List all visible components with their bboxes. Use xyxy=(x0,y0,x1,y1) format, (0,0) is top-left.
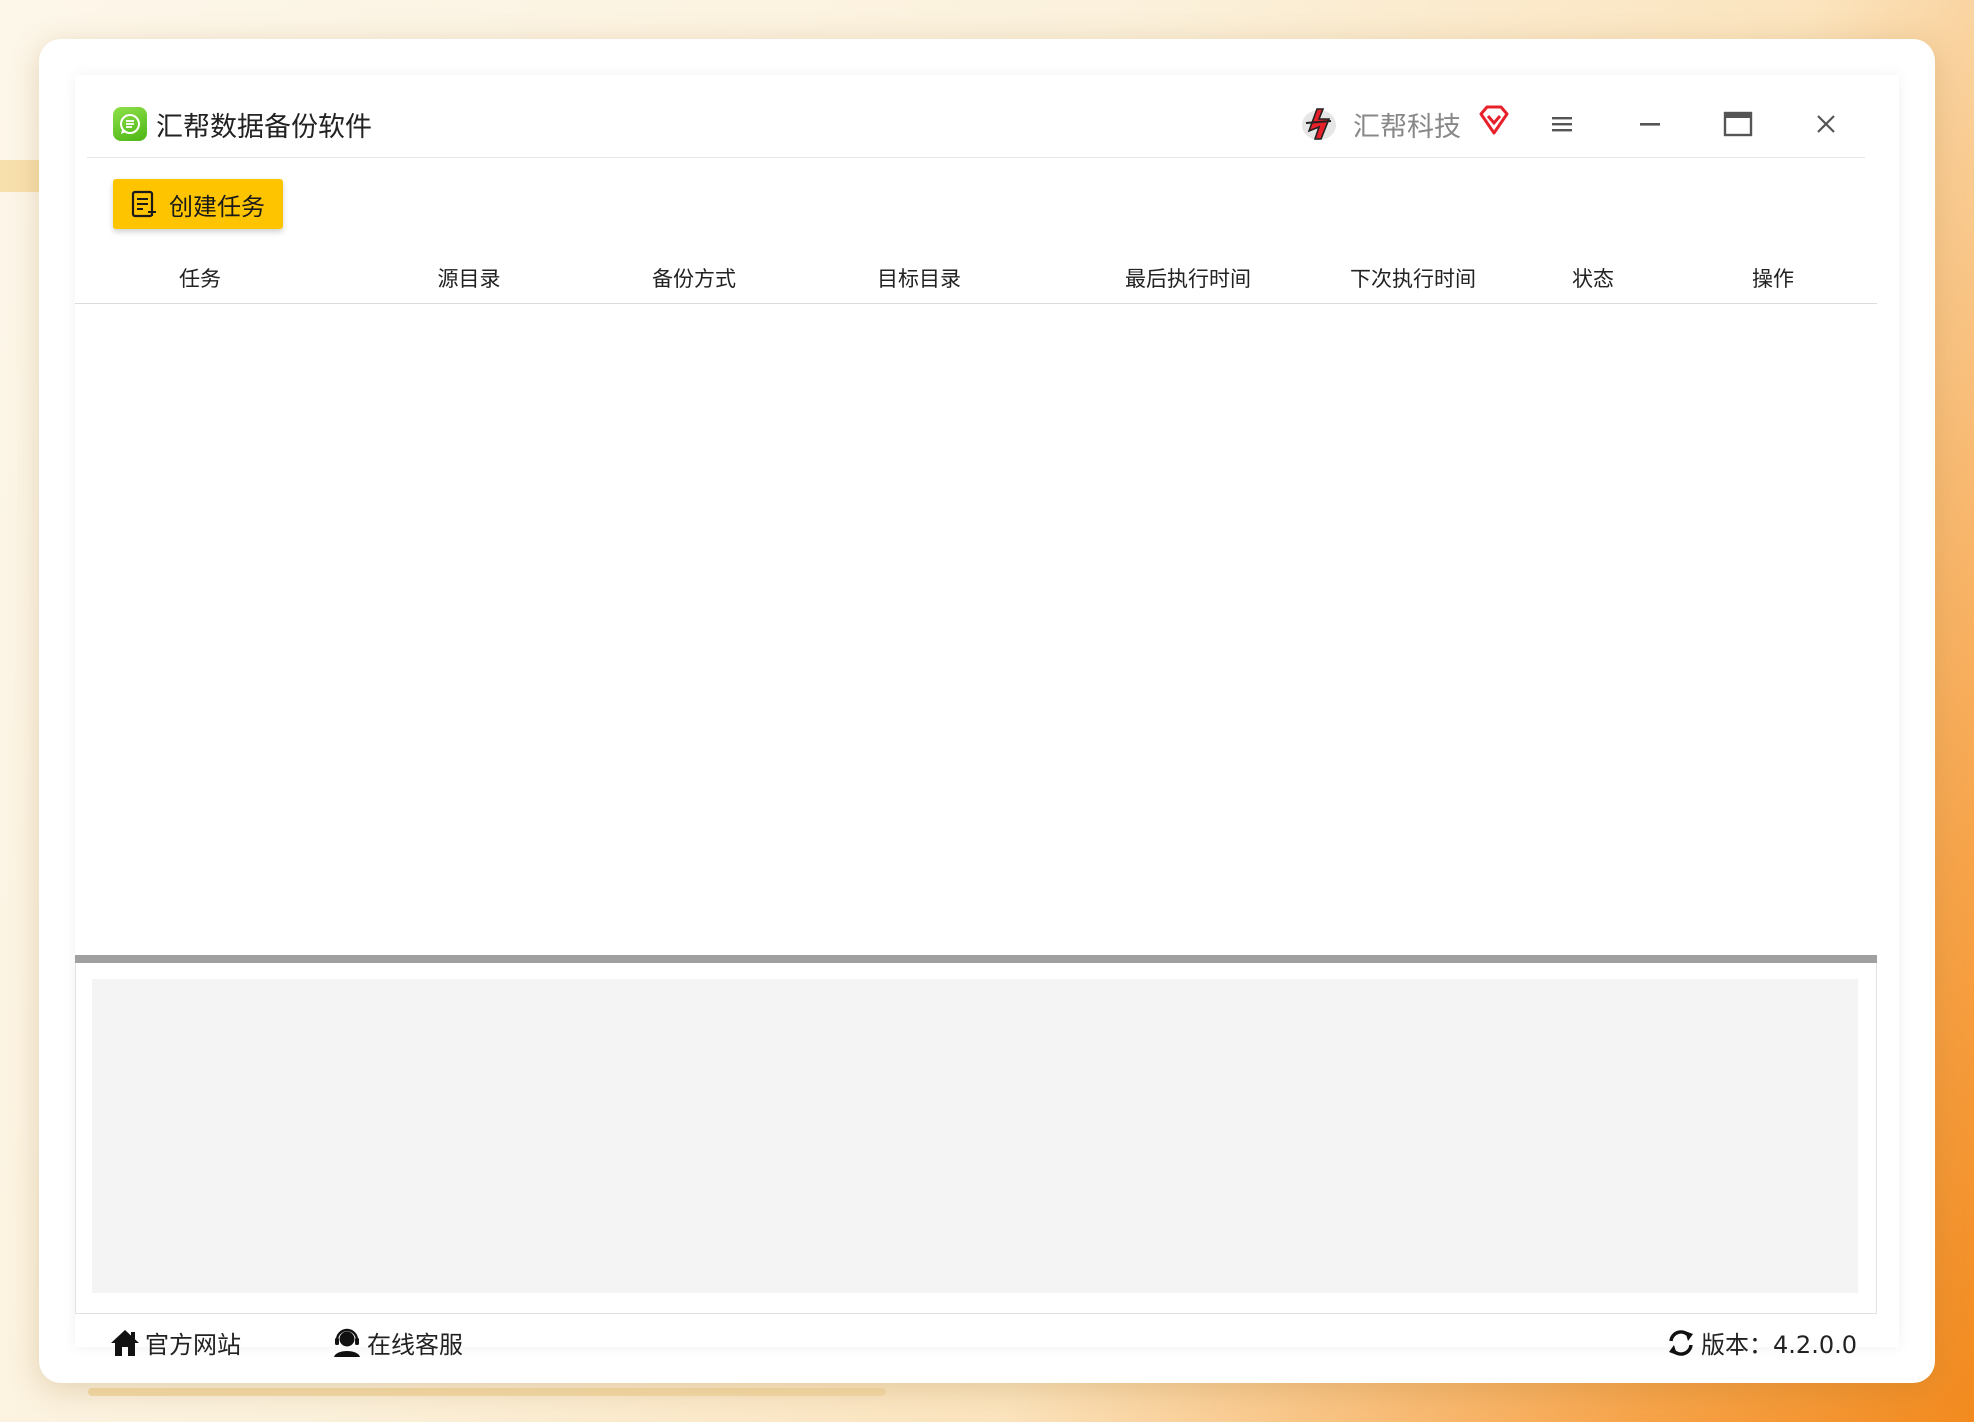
brand-name: 汇帮科技 xyxy=(1353,112,1461,143)
official-site-label: 官方网站 xyxy=(145,1331,241,1359)
document-add-icon xyxy=(131,190,156,218)
create-task-button[interactable]: 创建任务 xyxy=(113,179,283,229)
log-text-area[interactable] xyxy=(92,979,1858,1293)
refresh-icon xyxy=(1669,1329,1694,1356)
app-title: 汇帮数据备份软件 xyxy=(156,112,372,143)
background-accent-bottom xyxy=(88,1388,886,1396)
customer-service-icon xyxy=(334,1328,360,1357)
title-divider xyxy=(87,157,1865,158)
minimize-button[interactable] xyxy=(1625,99,1675,149)
column-header-source-dir[interactable]: 源目录 xyxy=(438,263,501,293)
close-icon xyxy=(1817,115,1835,133)
column-header-next-run[interactable]: 下次执行时间 xyxy=(1350,263,1476,293)
task-table-header: 任务 源目录 备份方式 目标目录 最后执行时间 下次执行时间 状态 操作 xyxy=(75,247,1877,304)
create-task-label: 创建任务 xyxy=(169,192,265,221)
footer-bar: 官方网站 在线客服 版本：4.2.0.0 xyxy=(75,1313,1899,1373)
column-header-task[interactable]: 任务 xyxy=(179,263,221,293)
vip-diamond-icon[interactable] xyxy=(1477,103,1511,137)
maximize-icon xyxy=(1723,111,1753,137)
window-content: 汇帮数据备份软件 汇帮科技 创建任务 任务 源目录 备份方式 目标目录 最后执行… xyxy=(75,75,1899,1359)
title-bar[interactable]: 汇帮数据备份软件 汇帮科技 xyxy=(75,75,1899,157)
menu-button[interactable] xyxy=(1537,99,1587,149)
close-button[interactable] xyxy=(1801,99,1851,149)
app-window: 汇帮数据备份软件 汇帮科技 创建任务 任务 源目录 备份方式 目标目录 最后执行… xyxy=(39,39,1935,1383)
column-header-backup-mode[interactable]: 备份方式 xyxy=(652,263,736,293)
minimize-icon xyxy=(1640,123,1660,126)
log-panel xyxy=(75,963,1877,1314)
version-label: 版本：4.2.0.0 xyxy=(1701,1331,1857,1359)
column-header-actions[interactable]: 操作 xyxy=(1752,263,1794,293)
column-header-target-dir[interactable]: 目标目录 xyxy=(877,263,961,293)
brand-logo-icon xyxy=(1297,101,1341,145)
official-site-link[interactable]: 官方网站 xyxy=(109,1325,241,1360)
background-accent-left xyxy=(0,160,40,192)
column-header-last-run[interactable]: 最后执行时间 xyxy=(1125,263,1251,293)
task-table-body[interactable] xyxy=(75,304,1877,904)
panel-splitter[interactable] xyxy=(75,955,1877,963)
app-logo-icon xyxy=(113,107,147,141)
online-support-label: 在线客服 xyxy=(367,1331,463,1359)
version-info[interactable]: 版本：4.2.0.0 xyxy=(1665,1325,1857,1360)
online-support-link[interactable]: 在线客服 xyxy=(331,1325,463,1360)
hamburger-menu-icon xyxy=(1552,117,1572,132)
home-icon xyxy=(111,1329,139,1356)
column-header-status[interactable]: 状态 xyxy=(1572,263,1614,293)
maximize-button[interactable] xyxy=(1713,99,1763,149)
